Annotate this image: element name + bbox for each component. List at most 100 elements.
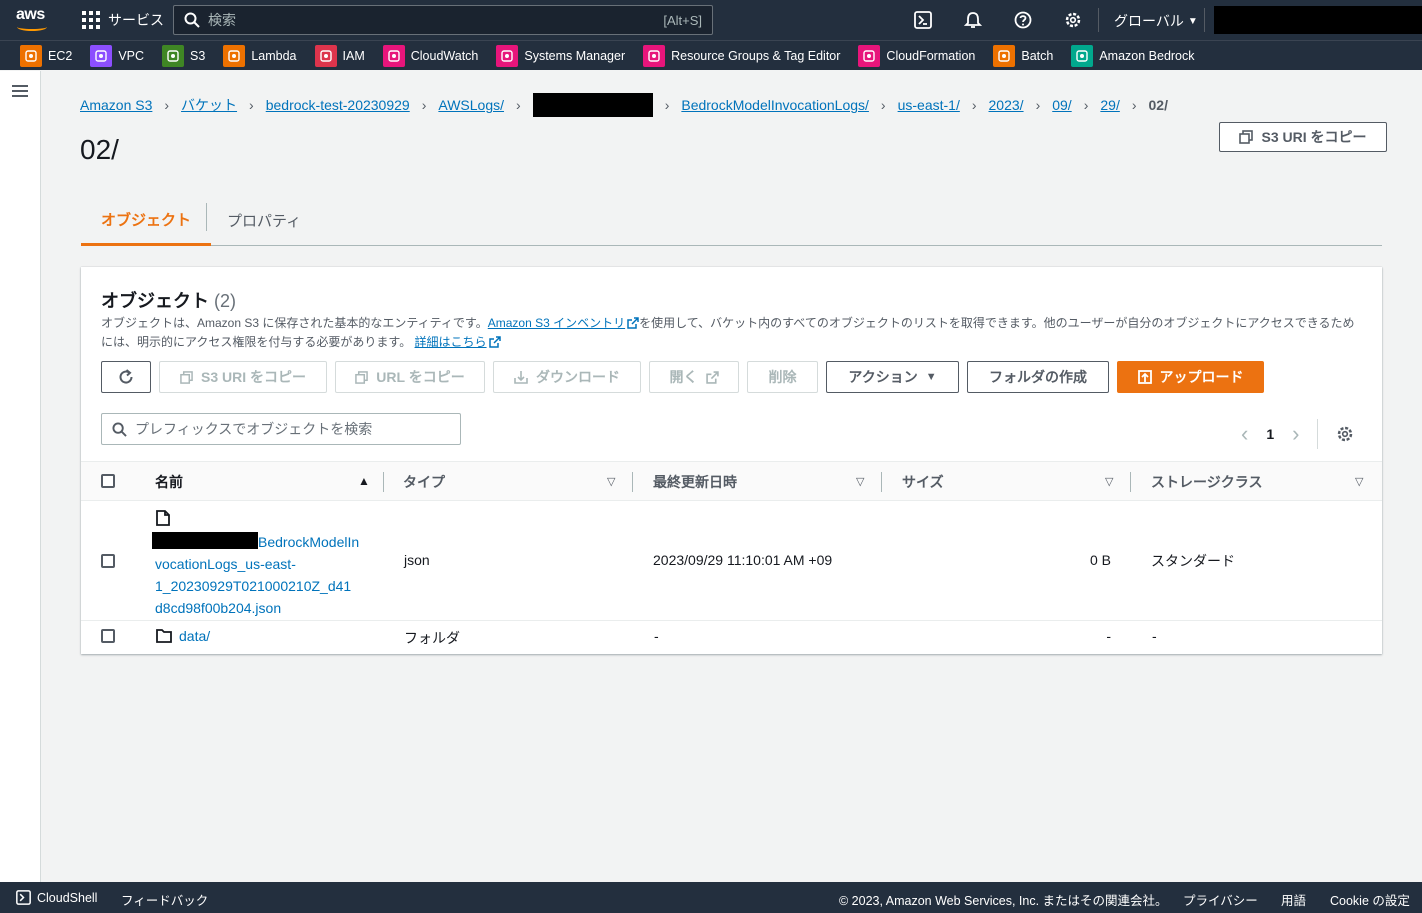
privacy-link[interactable]: プライバシー — [1183, 890, 1258, 909]
learn-more-link[interactable]: 詳細はこちら — [415, 335, 487, 349]
menu-icon[interactable] — [12, 85, 28, 97]
favorite-batch[interactable]: Batch — [993, 44, 1053, 67]
cloudshell-label: CloudShell — [37, 890, 98, 905]
sort-ascending-icon[interactable]: ▲ — [358, 474, 370, 488]
breadcrumb-day[interactable]: 29/ — [1100, 97, 1119, 113]
favorite-vpc[interactable]: VPC — [90, 44, 144, 67]
help-icon[interactable] — [1013, 10, 1033, 30]
cloudshell-icon — [16, 890, 31, 905]
favorite-systems-manager[interactable]: Systems Manager — [496, 44, 625, 67]
file-icon — [156, 510, 170, 526]
breadcrumb-year[interactable]: 2023/ — [989, 97, 1024, 113]
region-selector[interactable]: グローバル ▼ — [1114, 11, 1198, 31]
column-divider — [1130, 472, 1131, 492]
upload-button[interactable]: アップロード — [1117, 361, 1264, 393]
account-menu-redacted[interactable] — [1214, 6, 1422, 34]
copy-url-label: URL をコピー — [376, 369, 465, 385]
external-link-icon — [705, 370, 719, 384]
breadcrumb-invocation-logs[interactable]: BedrockModelInvocationLogs/ — [681, 97, 869, 113]
services-grid-icon — [82, 11, 100, 29]
bell-icon[interactable] — [963, 10, 983, 30]
chevron-right-icon[interactable]: › — [1292, 421, 1299, 447]
page-number[interactable]: 1 — [1266, 426, 1274, 442]
refresh-button[interactable] — [101, 361, 151, 393]
pagination: ‹ 1 › — [1241, 419, 1354, 449]
global-search-input[interactable]: 検索 [Alt+S] — [173, 5, 713, 35]
row-checkbox[interactable] — [101, 629, 115, 643]
iam-icon — [314, 44, 337, 67]
caret-down-icon: ▼ — [925, 371, 937, 383]
download-label: ダウンロード — [536, 369, 620, 385]
refresh-icon — [119, 369, 133, 384]
favorite-s3[interactable]: S3 — [162, 44, 205, 67]
actions-dropdown-button[interactable]: アクション ▼ — [826, 361, 959, 393]
breadcrumb-current: 02/ — [1148, 97, 1168, 113]
delete-button[interactable]: 削除 — [747, 361, 818, 393]
cloudformation-icon — [858, 44, 881, 67]
download-button[interactable]: ダウンロード — [493, 361, 641, 393]
favorite-ec2[interactable]: EC2 — [20, 44, 72, 67]
aws-logo[interactable]: aws — [16, 7, 50, 33]
chevron-right-icon: › — [421, 97, 427, 113]
create-folder-button[interactable]: フォルダの作成 — [967, 361, 1109, 393]
settings-gear-icon[interactable] — [1336, 425, 1354, 443]
copy-s3-uri-button[interactable]: S3 URI をコピー — [1219, 122, 1387, 152]
column-header-storage-class[interactable]: ストレージクラス — [1151, 462, 1262, 502]
tab-properties[interactable]: プロパティ — [207, 195, 321, 245]
breadcrumb-account-redacted[interactable] — [532, 93, 653, 117]
lambda-icon — [223, 44, 246, 67]
column-storage-class-label: ストレージクラス — [1151, 474, 1263, 490]
object-size: 0 B — [1089, 552, 1111, 568]
cloudshell-icon[interactable] — [913, 10, 933, 30]
cloudshell-footer-button[interactable]: CloudShell — [16, 890, 97, 905]
favorite-cloudformation[interactable]: CloudFormation — [858, 44, 975, 67]
breadcrumb-amazon-s3[interactable]: Amazon S3 — [80, 97, 152, 113]
chevron-right-icon: › — [664, 97, 670, 113]
inventory-link[interactable]: Amazon S3 インベントリ — [488, 316, 625, 330]
breadcrumb-awslogs[interactable]: AWSLogs/ — [438, 97, 504, 113]
breadcrumb-month[interactable]: 09/ — [1052, 97, 1071, 113]
sort-caret-icon[interactable]: ▽ — [607, 475, 615, 488]
objects-panel: オブジェクト (2) オブジェクトは、Amazon S3 に保存された基本的なエ… — [81, 267, 1382, 654]
favorite-resource-groups-tag-editor[interactable]: Resource Groups & Tag Editor — [643, 44, 841, 67]
nav-divider — [1204, 8, 1205, 32]
row-checkbox[interactable] — [101, 554, 115, 568]
object-name-link[interactable]: BedrockModelIn vocationLogs_us-east- 1_2… — [152, 531, 372, 619]
sort-caret-icon[interactable]: ▽ — [1355, 475, 1363, 488]
favorite-amazon-bedrock[interactable]: Amazon Bedrock — [1071, 44, 1195, 67]
gear-icon[interactable] — [1063, 10, 1083, 30]
create-folder-label: フォルダの作成 — [989, 369, 1087, 385]
column-header-name[interactable]: 名前 — [155, 462, 183, 502]
footer: CloudShell フィードバック © 2023, Amazon Web Se… — [0, 882, 1422, 913]
sort-caret-icon[interactable]: ▽ — [856, 475, 864, 488]
column-header-type[interactable]: タイプ — [403, 462, 445, 502]
column-header-last-modified[interactable]: 最終更新日時 — [653, 462, 737, 502]
copy-s3-uri-object-button[interactable]: S3 URI をコピー — [159, 361, 327, 393]
terms-link[interactable]: 用語 — [1281, 890, 1306, 909]
column-header-size[interactable]: サイズ — [902, 462, 944, 502]
sort-caret-icon[interactable]: ▽ — [1105, 475, 1113, 488]
favorite-cloudwatch[interactable]: CloudWatch — [382, 44, 478, 67]
tab-objects[interactable]: オブジェクト — [81, 195, 212, 246]
table-row: BedrockModelIn vocationLogs_us-east- 1_2… — [81, 501, 1382, 621]
chevron-right-icon: › — [971, 97, 977, 113]
favorite-lambda[interactable]: Lambda — [223, 44, 297, 67]
objects-panel-title: オブジェクト (2) — [101, 287, 236, 313]
cookie-settings-link[interactable]: Cookie の設定 — [1330, 890, 1410, 909]
page-title: 02/ — [80, 134, 119, 165]
breadcrumb-buckets[interactable]: バケット — [181, 95, 237, 115]
folder-name-link[interactable]: data/ — [179, 628, 210, 644]
favorite-label: Resource Groups & Tag Editor — [671, 48, 841, 63]
services-menu-button[interactable]: サービス — [82, 10, 164, 30]
favorite-iam[interactable]: IAM — [314, 44, 365, 67]
feedback-link[interactable]: フィードバック — [121, 890, 208, 909]
breadcrumb-region[interactable]: us-east-1/ — [898, 97, 960, 113]
copy-url-button[interactable]: URL をコピー — [335, 361, 485, 393]
breadcrumb-bucket[interactable]: bedrock-test-20230929 — [266, 97, 410, 113]
object-search-input[interactable] — [135, 421, 455, 437]
chevron-left-icon[interactable]: ‹ — [1241, 421, 1248, 447]
services-label: サービス — [108, 12, 164, 28]
select-all-checkbox[interactable] — [101, 474, 115, 488]
object-filter — [101, 413, 461, 445]
open-button[interactable]: 開く — [649, 361, 739, 393]
